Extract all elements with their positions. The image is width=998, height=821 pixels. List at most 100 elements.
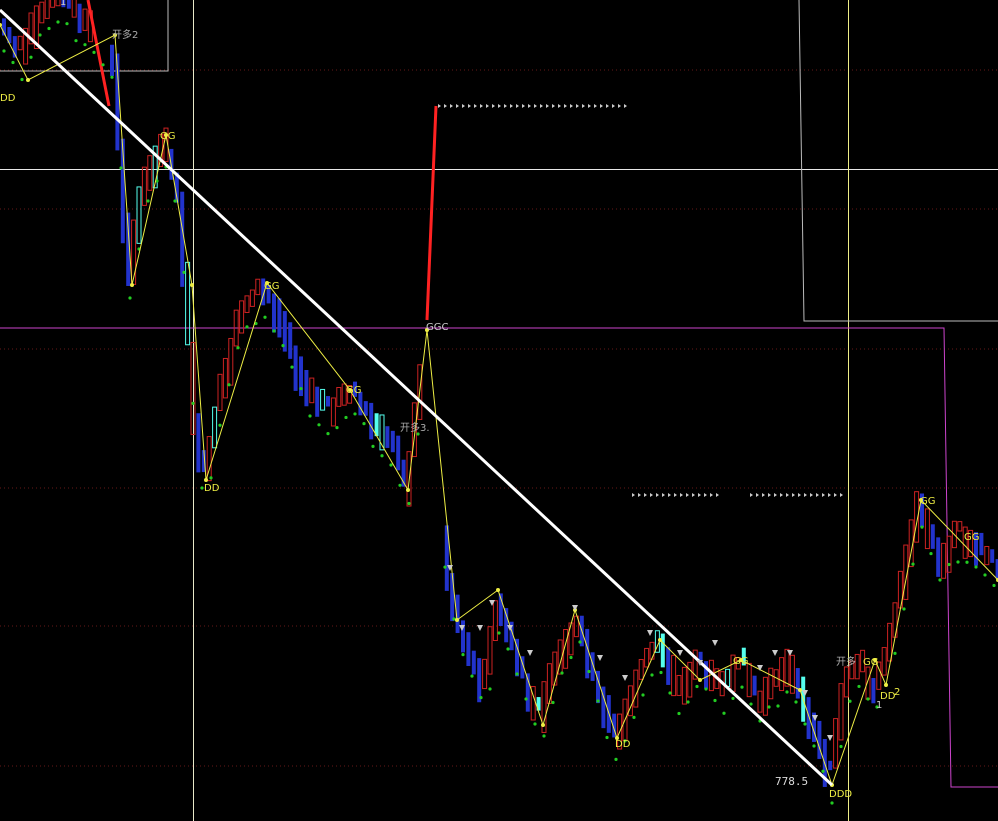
arrow-marker: [750, 493, 753, 497]
candle: [984, 545, 990, 566]
arrow-marker: [486, 104, 489, 108]
arrow-marker: [606, 104, 609, 108]
candle: [50, 0, 56, 8]
candle: [255, 278, 261, 296]
arrow-marker: [834, 493, 837, 497]
arrow-marker: [600, 104, 603, 108]
candle: [450, 573, 455, 622]
candle: [833, 718, 839, 769]
arrow-marker: [558, 104, 561, 108]
trend-dot: [920, 525, 924, 529]
arrow-marker: [840, 493, 843, 497]
candle: [828, 760, 833, 771]
trend-dot: [524, 697, 528, 701]
trend-dot: [470, 674, 474, 678]
arrow-marker: [576, 104, 579, 108]
candle: [552, 651, 558, 686]
candle: [136, 186, 142, 244]
candle: [725, 668, 731, 688]
trend-dot: [965, 560, 969, 564]
candle: [757, 690, 763, 713]
trend-dot: [344, 415, 348, 420]
down-arrow-marker: [827, 735, 833, 741]
annotation-kd4: 开多: [836, 655, 856, 668]
candle: [666, 647, 671, 685]
candle: [644, 647, 650, 668]
trend-dot: [560, 671, 564, 675]
trend-dot: [596, 699, 600, 703]
down-arrow-marker: [477, 625, 483, 631]
candle: [482, 658, 488, 690]
candle: [147, 155, 153, 191]
trend-dot: [974, 565, 978, 569]
spike-line: [425, 105, 438, 321]
zigzag-pivot: [26, 78, 30, 82]
candle: [881, 647, 887, 676]
candle: [806, 697, 811, 740]
trend-dot: [605, 735, 609, 740]
trend-dot: [947, 562, 951, 567]
candle: [746, 662, 752, 698]
trend-dot: [326, 432, 330, 436]
trend-dot: [686, 700, 690, 704]
arrow-marker: [644, 493, 647, 497]
candle: [649, 641, 655, 660]
candle: [779, 657, 785, 692]
candle: [633, 669, 639, 708]
candle: [304, 369, 309, 407]
trend-dot: [551, 700, 555, 705]
zigzag-pivot: [884, 683, 888, 687]
down-arrow-marker: [597, 655, 603, 661]
trend-dot: [290, 365, 294, 369]
trend-dot: [812, 744, 816, 748]
trend-dot: [236, 346, 240, 350]
arrow-marker: [774, 493, 777, 497]
trend-dot: [722, 711, 726, 715]
annotation-gg: GG: [733, 656, 749, 667]
candle: [196, 413, 201, 473]
candle: [66, 0, 71, 9]
down-arrow-marker: [572, 605, 578, 611]
trend-dot: [272, 329, 276, 333]
arrow-marker: [552, 104, 555, 108]
candle: [385, 426, 390, 448]
arrow-marker: [680, 493, 683, 497]
candle: [671, 654, 677, 697]
zigzag-pivot: [455, 618, 459, 622]
arrow-marker: [632, 493, 635, 497]
trend-dot: [740, 685, 744, 689]
trend-dot: [20, 77, 24, 82]
arrow-marker: [438, 104, 441, 108]
candle: [185, 261, 191, 346]
trend-line: [0, 8, 834, 787]
candle: [131, 219, 137, 285]
down-arrow-marker: [527, 650, 533, 656]
candle: [687, 661, 693, 698]
annotation-dd3: DD: [615, 739, 631, 750]
arrow-markers: [438, 104, 843, 741]
arrow-marker: [792, 493, 795, 497]
down-arrow-marker: [757, 665, 763, 671]
arrow-marker: [668, 493, 671, 497]
arrow-marker: [456, 104, 459, 108]
trend-dot: [227, 383, 231, 387]
trend-dot: [794, 700, 798, 704]
arrow-marker: [762, 493, 765, 497]
candle: [396, 435, 401, 471]
candle: [762, 676, 768, 716]
arrow-marker: [540, 104, 543, 108]
candle: [17, 35, 23, 51]
candle: [293, 345, 298, 391]
zigzag-pivot: [190, 283, 194, 287]
candle: [228, 337, 234, 386]
trend-dot: [893, 651, 897, 655]
candle: [326, 396, 330, 407]
candle: [957, 521, 963, 532]
trend-dot: [902, 607, 906, 611]
arrow-marker: [798, 493, 801, 497]
zigzag-pivot: [658, 638, 662, 642]
arrow-marker: [756, 493, 759, 497]
candle: [71, 0, 77, 18]
candle: [288, 322, 293, 359]
candle: [320, 388, 326, 411]
